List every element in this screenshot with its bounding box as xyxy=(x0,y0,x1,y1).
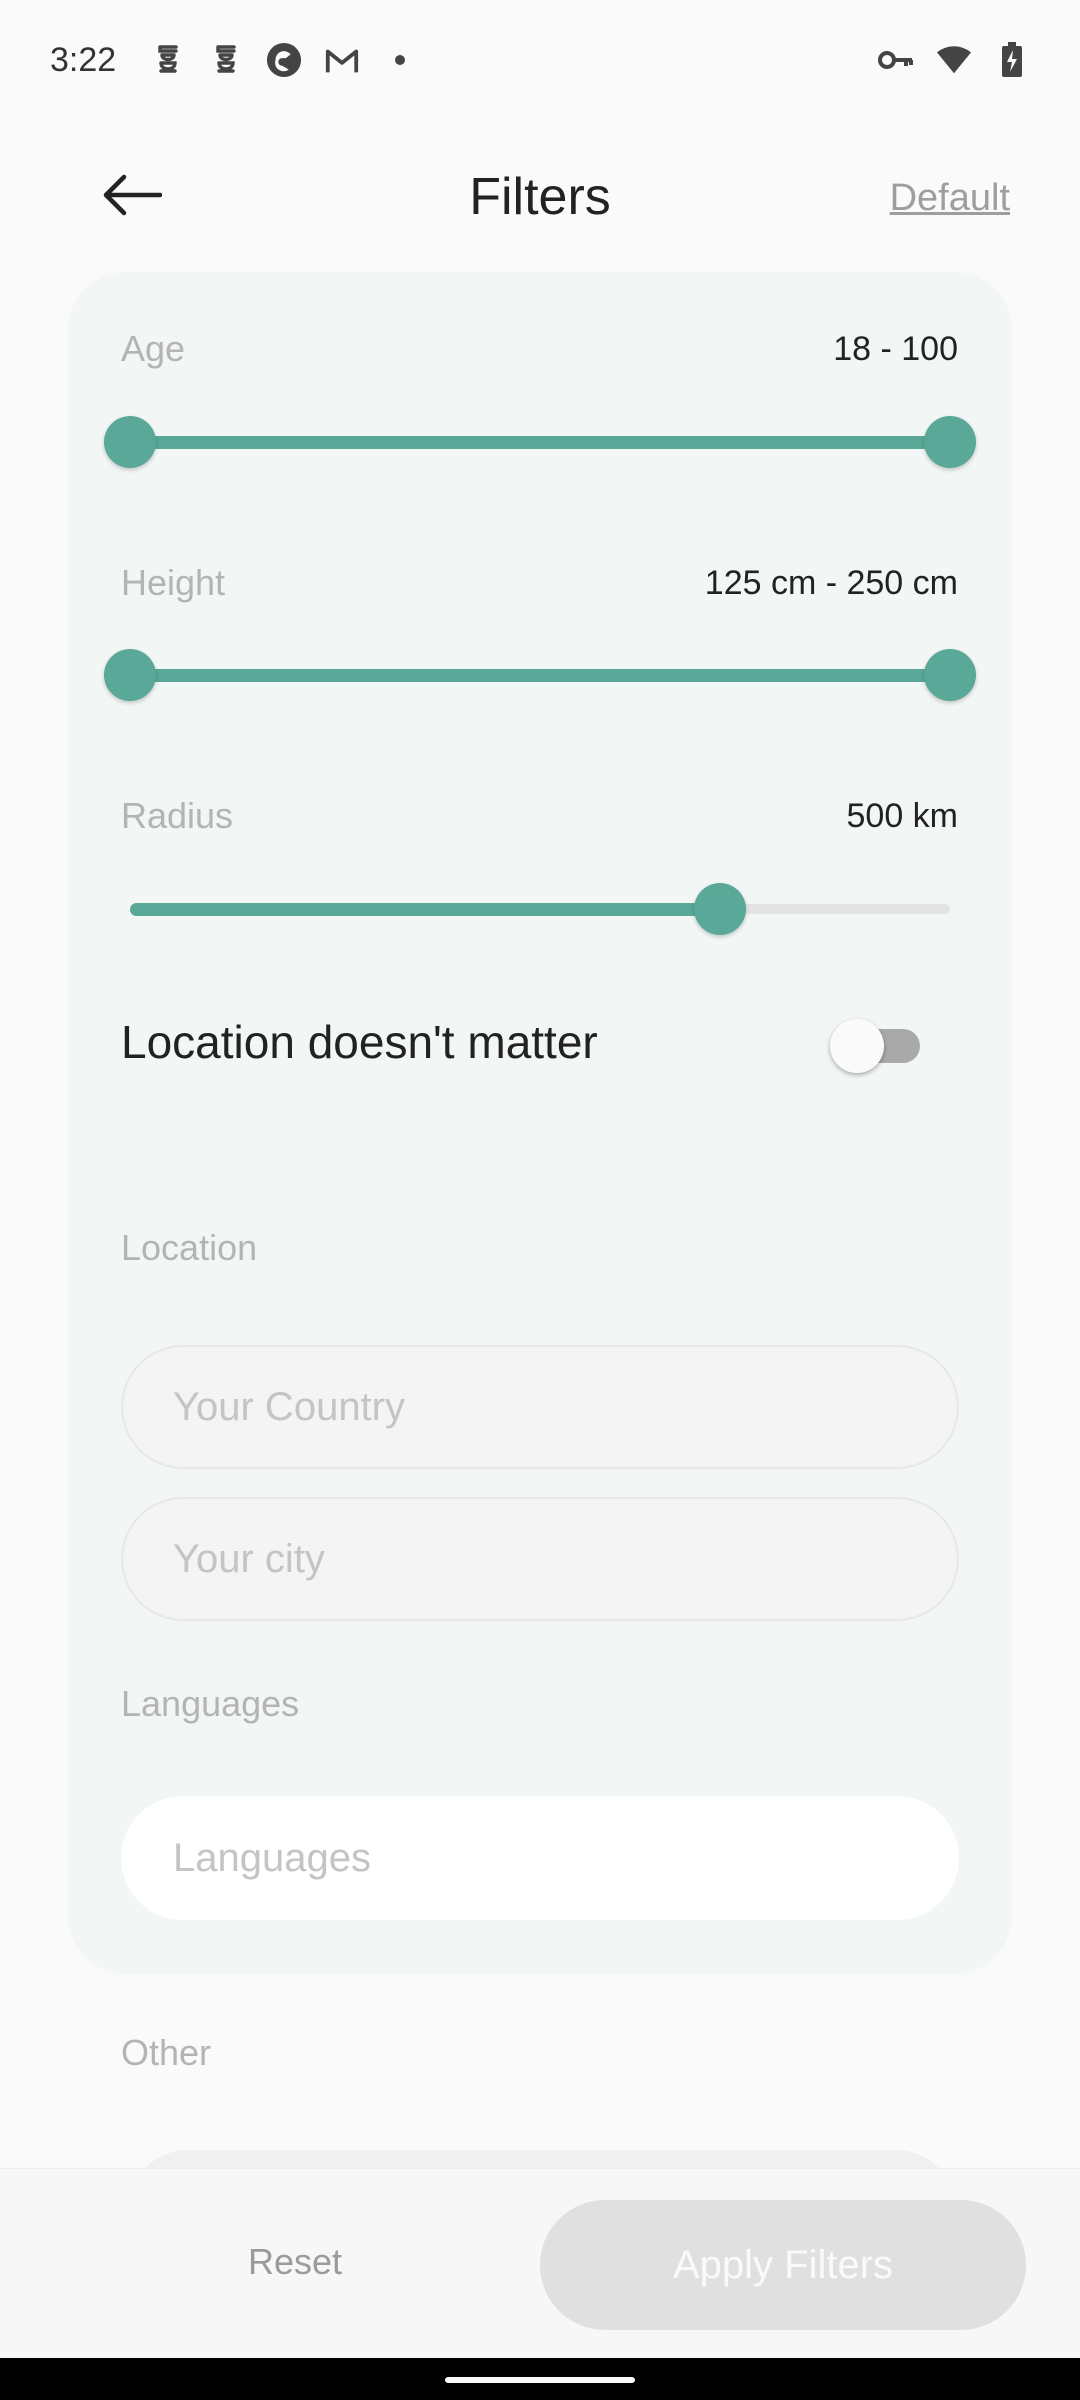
location-label: Location xyxy=(121,1227,258,1268)
switch-knob xyxy=(830,1019,884,1073)
home-gesture-handle[interactable] xyxy=(445,2377,635,2383)
radius-slider[interactable] xyxy=(130,883,950,935)
app-bar: Filters Default xyxy=(0,140,1080,255)
reset-button[interactable]: Reset xyxy=(150,2199,440,2325)
wifi-icon xyxy=(936,42,972,78)
notification-icon xyxy=(208,42,244,78)
age-value: 18 - 100 xyxy=(833,330,958,368)
height-value: 125 cm - 250 cm xyxy=(704,564,958,602)
status-bar: 3:22 xyxy=(0,0,1080,120)
city-input[interactable]: Your city xyxy=(121,1497,959,1621)
radius-value: 500 km xyxy=(846,797,959,835)
age-label: Age xyxy=(121,328,186,369)
location-doesnt-matter-switch[interactable] xyxy=(830,1019,926,1073)
app-icon xyxy=(266,42,302,78)
system-navigation-bar xyxy=(0,2358,1080,2400)
age-max-thumb[interactable] xyxy=(924,416,976,468)
location-toggle-label: Location doesn't matter xyxy=(121,1016,598,1068)
country-input[interactable]: Your Country xyxy=(121,1345,959,1469)
dot-icon xyxy=(382,42,418,78)
height-range-slider[interactable] xyxy=(104,649,976,701)
notification-icon xyxy=(150,42,186,78)
languages-input[interactable]: Languages xyxy=(121,1796,959,1920)
age-slider-fill xyxy=(130,436,950,449)
height-slider-fill xyxy=(130,669,950,682)
status-time: 3:22 xyxy=(50,40,117,79)
status-icons-right xyxy=(878,42,1030,78)
radius-label: Radius xyxy=(121,795,234,836)
radius-thumb[interactable] xyxy=(694,883,747,935)
height-max-thumb[interactable] xyxy=(924,649,976,701)
vpn-key-icon xyxy=(878,42,914,78)
default-button[interactable]: Default xyxy=(890,170,1010,226)
languages-label: Languages xyxy=(121,1683,300,1724)
age-range-slider[interactable] xyxy=(104,416,976,468)
apply-filters-button[interactable]: Apply Filters xyxy=(540,2200,1026,2330)
status-icons-left xyxy=(150,42,418,78)
height-min-thumb[interactable] xyxy=(104,649,156,701)
gmail-icon xyxy=(324,42,360,78)
age-min-thumb[interactable] xyxy=(104,416,156,468)
radius-slider-fill xyxy=(130,903,721,916)
other-label: Other xyxy=(121,2032,212,2073)
battery-charging-icon xyxy=(994,42,1030,78)
bottom-action-bar: Reset Apply Filters xyxy=(0,2168,1080,2358)
height-label: Height xyxy=(121,562,226,603)
